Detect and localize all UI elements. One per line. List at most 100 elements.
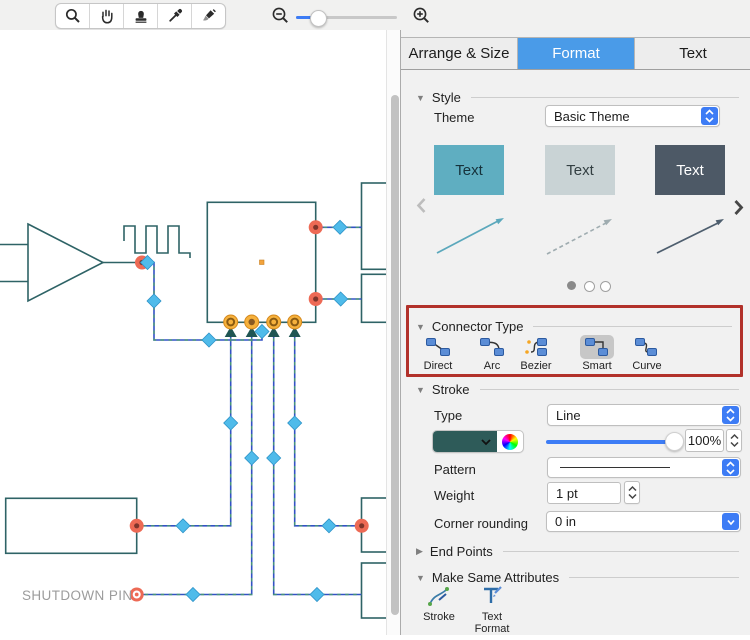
clock-waveform[interactable] [124,226,190,258]
corner-rounding-dropdown[interactable]: 0 in [546,511,741,532]
stroke-pattern-dropdown[interactable] [547,457,741,478]
make-same-stroke-button[interactable]: Stroke [413,586,465,623]
connector-option-direct[interactable]: Direct [408,335,468,372]
text-format-icon [480,584,504,608]
disclosure-down-icon: ▼ [416,93,425,103]
panel-tabs: Arrange & Size Format Text [401,37,750,70]
theme-dropdown[interactable]: Basic Theme [545,105,720,127]
connector-option-bezier[interactable]: Bezier [506,335,566,372]
connector-option-curve[interactable]: Curve [617,335,677,372]
make-same-attributes-title: Make Same Attributes [432,570,559,585]
solid-line-pattern-icon [560,467,670,469]
zoom-slider-thumb[interactable] [310,10,327,27]
drawing-canvas[interactable]: SHUTDOWN PIN [0,30,386,635]
tool-segmented-control [55,3,226,29]
stroke-color-sample[interactable] [433,431,497,452]
smart-connector-icon [584,337,610,357]
right-block-4[interactable] [362,563,387,618]
opacity-slider-thumb[interactable] [665,432,684,451]
connector-type-title: Connector Type [432,319,524,334]
opacity-value-field[interactable]: 100% [685,429,724,452]
theme-label: Theme [434,110,474,125]
stroke-weight-label: Weight [434,488,474,503]
pager-dot-active[interactable] [567,281,576,290]
arrow-style-previews[interactable] [409,213,741,263]
disclosure-down-icon: ▼ [416,573,425,583]
tab-arrange-size[interactable]: Arrange & Size [401,38,518,69]
theme-preview-1[interactable]: Text [434,145,504,195]
stroke-type-value: Line [548,408,740,423]
format-panel: Arrange & Size Format Text ▼ Style Theme… [400,30,750,635]
stepper-up-down-icon [628,485,637,500]
chevron-down-icon [480,438,492,446]
dropdown-stepper-icon [701,107,718,125]
stroke-type-label: Type [434,408,462,423]
stroke-weight-field[interactable]: 1 pt [547,482,621,504]
bezier-connector-icon [523,337,549,357]
canvas-scrollbar[interactable] [386,30,401,635]
zoom-tool-button[interactable] [56,4,90,28]
dropdown-stepper-icon [722,459,739,476]
stepper-up-down-icon [730,433,739,448]
corner-rounding-label: Corner rounding [434,516,528,531]
right-block-1[interactable] [362,183,387,269]
curve-connector-icon [634,337,660,357]
end-points-section-header[interactable]: ▶ End Points [416,544,739,559]
direct-connector-icon [425,337,451,357]
stroke-section-title: Stroke [432,382,470,397]
stroke-sample-icon [427,586,451,608]
corner-rounding-value: 0 in [547,514,740,529]
theme-preview-3[interactable]: Text [655,145,725,195]
pan-tool-button[interactable] [90,4,124,28]
arc-connector-icon [479,337,505,357]
format-paint-tool-button[interactable] [192,4,225,28]
connector-type-section-header[interactable]: ▼ Connector Type [416,319,732,334]
style-section-title: Style [432,90,461,105]
stamp-tool-button[interactable] [124,4,158,28]
op-amp-triangle[interactable] [28,224,103,301]
zoom-in-button[interactable] [411,5,431,25]
stamp-icon [132,7,150,25]
color-wheel-icon [502,434,518,450]
end-points-title: End Points [430,544,493,559]
disclosure-right-icon: ▶ [416,546,423,557]
disclosure-down-icon: ▼ [416,322,425,332]
color-picker-button[interactable] [497,431,523,452]
dropdown-chevron-icon [722,513,739,530]
tab-text[interactable]: Text [635,38,750,69]
pager-dot-3[interactable] [600,281,611,292]
theme-dropdown-value: Basic Theme [546,109,719,124]
style-section-header[interactable]: ▼ Style [416,90,739,105]
stroke-section-header[interactable]: ▼ Stroke [416,382,739,397]
paintbrush-icon [200,7,218,25]
left-block[interactable] [6,498,137,553]
zoom-in-icon [412,6,431,25]
magnifier-icon [64,7,82,25]
stroke-weight-stepper[interactable] [624,481,640,504]
selected-connector-highlight [580,335,614,359]
right-block-2[interactable] [362,274,387,322]
hand-icon [98,7,116,25]
canvas-scrollbar-thumb[interactable] [391,95,399,615]
disclosure-down-icon: ▼ [416,385,425,395]
eyedropper-icon [166,7,184,25]
theme-preview-2[interactable]: Text [545,145,615,195]
top-toolbar [0,0,750,31]
eyedropper-tool-button[interactable] [158,4,192,28]
zoom-out-icon [271,6,290,25]
chevron-left-icon [416,197,427,214]
pager-dot-2[interactable] [584,281,595,292]
ic-center-handle[interactable] [260,260,265,265]
stroke-type-dropdown[interactable]: Line [547,404,741,426]
opacity-stepper[interactable] [726,429,742,452]
dropdown-stepper-icon [722,406,739,424]
tab-format[interactable]: Format [518,38,635,69]
stroke-color-well[interactable] [432,430,524,453]
opacity-slider-track[interactable] [546,440,679,444]
stroke-pattern-label: Pattern [434,462,476,477]
make-same-text-format-button[interactable]: Text Format [466,584,518,635]
shutdown-pin-label: SHUTDOWN PIN [22,588,133,603]
diagram[interactable]: SHUTDOWN PIN [0,30,386,635]
zoom-out-button[interactable] [270,5,290,25]
make-same-attributes-header[interactable]: ▼ Make Same Attributes [416,570,739,585]
